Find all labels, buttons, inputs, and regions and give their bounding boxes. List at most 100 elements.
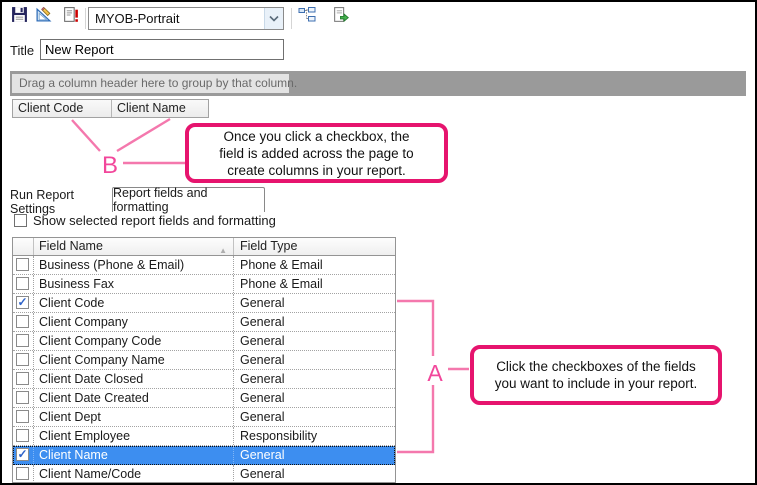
field-type-cell: Responsibility bbox=[234, 427, 395, 445]
field-type-cell: General bbox=[234, 446, 395, 464]
field-name-cell: Client Code bbox=[34, 294, 234, 312]
row-checkbox-cell bbox=[13, 370, 34, 388]
document-export-icon bbox=[332, 6, 350, 29]
row-checkbox[interactable] bbox=[16, 315, 29, 328]
field-name-column-header[interactable]: Field Name ▲ bbox=[34, 238, 234, 255]
table-row[interactable]: Client Date ClosedGeneral bbox=[13, 370, 395, 389]
title-label: Title bbox=[10, 43, 34, 58]
annotation-letter-b: B bbox=[102, 152, 118, 179]
export-report-button[interactable] bbox=[331, 7, 351, 27]
row-checkbox[interactable] bbox=[16, 277, 29, 290]
row-checkbox-checked[interactable]: ✓ bbox=[16, 296, 29, 309]
row-checkbox-cell bbox=[13, 408, 34, 426]
field-name-cell: Business (Phone & Email) bbox=[34, 256, 234, 274]
table-row[interactable]: Client Date CreatedGeneral bbox=[13, 389, 395, 408]
hierarchy-icon bbox=[298, 6, 317, 28]
table-row[interactable]: ✓ Client CodeGeneral bbox=[13, 294, 395, 313]
save-icon bbox=[11, 6, 28, 28]
report-alert-button[interactable] bbox=[61, 7, 81, 27]
field-type-cell: General bbox=[234, 313, 395, 331]
table-row[interactable]: Client CompanyGeneral bbox=[13, 313, 395, 332]
table-row[interactable]: Business (Phone & Email)Phone & Email bbox=[13, 256, 395, 275]
row-checkbox-cell bbox=[13, 256, 34, 274]
row-checkbox-cell bbox=[13, 332, 34, 350]
field-name-header-label: Field Name bbox=[39, 239, 103, 253]
field-name-cell: Client Company Name bbox=[34, 351, 234, 369]
field-type-header-label: Field Type bbox=[240, 239, 297, 253]
row-checkbox[interactable] bbox=[16, 334, 29, 347]
field-type-cell: General bbox=[234, 465, 395, 483]
field-name-cell: Client Date Created bbox=[34, 389, 234, 407]
dropdown-value: MYOB-Portrait bbox=[89, 11, 264, 26]
table-row[interactable]: Client Name/CodeGeneral bbox=[13, 465, 395, 483]
callout-checkbox-columns: Once you click a checkbox, the field is … bbox=[185, 123, 448, 183]
callout-line: create columns in your report. bbox=[227, 162, 406, 179]
column-header-client-name[interactable]: Client Name bbox=[111, 100, 208, 117]
field-type-cell: General bbox=[234, 370, 395, 388]
table-row[interactable]: Business FaxPhone & Email bbox=[13, 275, 395, 294]
show-selected-checkbox[interactable] bbox=[14, 214, 27, 227]
tab-report-fields-and-formatting[interactable]: Report fields and formatting bbox=[112, 187, 265, 212]
row-checkbox-cell bbox=[13, 313, 34, 331]
row-checkbox-cell bbox=[13, 427, 34, 445]
toolbar-separator bbox=[85, 8, 86, 29]
field-name-cell: Client Employee bbox=[34, 427, 234, 445]
report-template-dropdown[interactable]: MYOB-Portrait bbox=[88, 7, 284, 30]
row-checkbox[interactable] bbox=[16, 429, 29, 442]
field-type-cell: General bbox=[234, 294, 395, 312]
field-name-cell: Client Dept bbox=[34, 408, 234, 426]
row-checkbox[interactable] bbox=[16, 353, 29, 366]
table-row[interactable]: ✓Client NameGeneral bbox=[13, 446, 395, 465]
title-input[interactable] bbox=[40, 39, 284, 60]
report-column-preview: Client Code Client Name bbox=[12, 99, 209, 118]
toolbar-separator bbox=[291, 8, 292, 29]
checkbox-column-header bbox=[13, 238, 34, 255]
group-by-panel[interactable]: Drag a column header here to group by th… bbox=[10, 71, 746, 96]
table-row[interactable]: Client EmployeeResponsibility bbox=[13, 427, 395, 446]
design-icon bbox=[35, 6, 53, 29]
chevron-down-icon[interactable] bbox=[264, 8, 283, 29]
design-report-button[interactable] bbox=[34, 7, 54, 27]
callout-line: field is added across the page to bbox=[219, 145, 413, 162]
field-name-cell: Client Name/Code bbox=[34, 465, 234, 483]
callout-select-fields: Click the checkboxes of the fields you w… bbox=[470, 345, 722, 405]
row-checkbox-cell bbox=[13, 389, 34, 407]
field-type-cell: Phone & Email bbox=[234, 275, 395, 293]
field-name-cell: Client Company Code bbox=[34, 332, 234, 350]
row-checkbox-cell bbox=[13, 351, 34, 369]
row-checkbox[interactable] bbox=[16, 410, 29, 423]
row-checkbox[interactable] bbox=[16, 391, 29, 404]
callout-line: Click the checkboxes of the fields bbox=[496, 358, 696, 375]
row-checkbox-cell: ✓ bbox=[13, 294, 34, 312]
group-by-hint: Drag a column header here to group by th… bbox=[12, 74, 289, 93]
column-header-client-code[interactable]: Client Code bbox=[13, 100, 111, 117]
field-type-cell: General bbox=[234, 351, 395, 369]
row-checkbox[interactable] bbox=[16, 258, 29, 271]
callout-line: you want to include in your report. bbox=[495, 375, 698, 392]
fields-table-header: Field Name ▲ Field Type bbox=[13, 238, 395, 256]
document-exclamation-icon bbox=[62, 6, 80, 29]
row-checkbox[interactable] bbox=[16, 372, 29, 385]
row-checkbox-cell bbox=[13, 275, 34, 293]
field-type-cell: General bbox=[234, 408, 395, 426]
group-tree-button[interactable] bbox=[297, 7, 317, 27]
field-type-cell: General bbox=[234, 332, 395, 350]
row-checkbox[interactable] bbox=[16, 467, 29, 480]
field-type-column-header[interactable]: Field Type bbox=[234, 238, 395, 255]
tab-run-report-settings[interactable]: Run Report Settings bbox=[10, 191, 113, 212]
save-button[interactable] bbox=[9, 7, 29, 27]
callout-line: Once you click a checkbox, the bbox=[223, 128, 409, 145]
row-checkbox-cell: ✓ bbox=[13, 446, 34, 464]
fields-table: Field Name ▲ Field Type Business (Phone … bbox=[12, 237, 396, 483]
table-row[interactable]: Client Company NameGeneral bbox=[13, 351, 395, 370]
annotation-letter-a: A bbox=[427, 360, 443, 386]
report-builder-window: MYOB-Portrait Title Drag bbox=[0, 0, 757, 485]
table-row[interactable]: Client Company CodeGeneral bbox=[13, 332, 395, 351]
fields-table-body: Business (Phone & Email)Phone & EmailBus… bbox=[13, 256, 395, 483]
sort-ascending-icon: ▲ bbox=[219, 242, 227, 259]
row-checkbox-cell bbox=[13, 465, 34, 483]
field-name-cell: Business Fax bbox=[34, 275, 234, 293]
row-checkbox-checked[interactable]: ✓ bbox=[16, 448, 29, 461]
field-name-cell: Client Company bbox=[34, 313, 234, 331]
table-row[interactable]: Client DeptGeneral bbox=[13, 408, 395, 427]
